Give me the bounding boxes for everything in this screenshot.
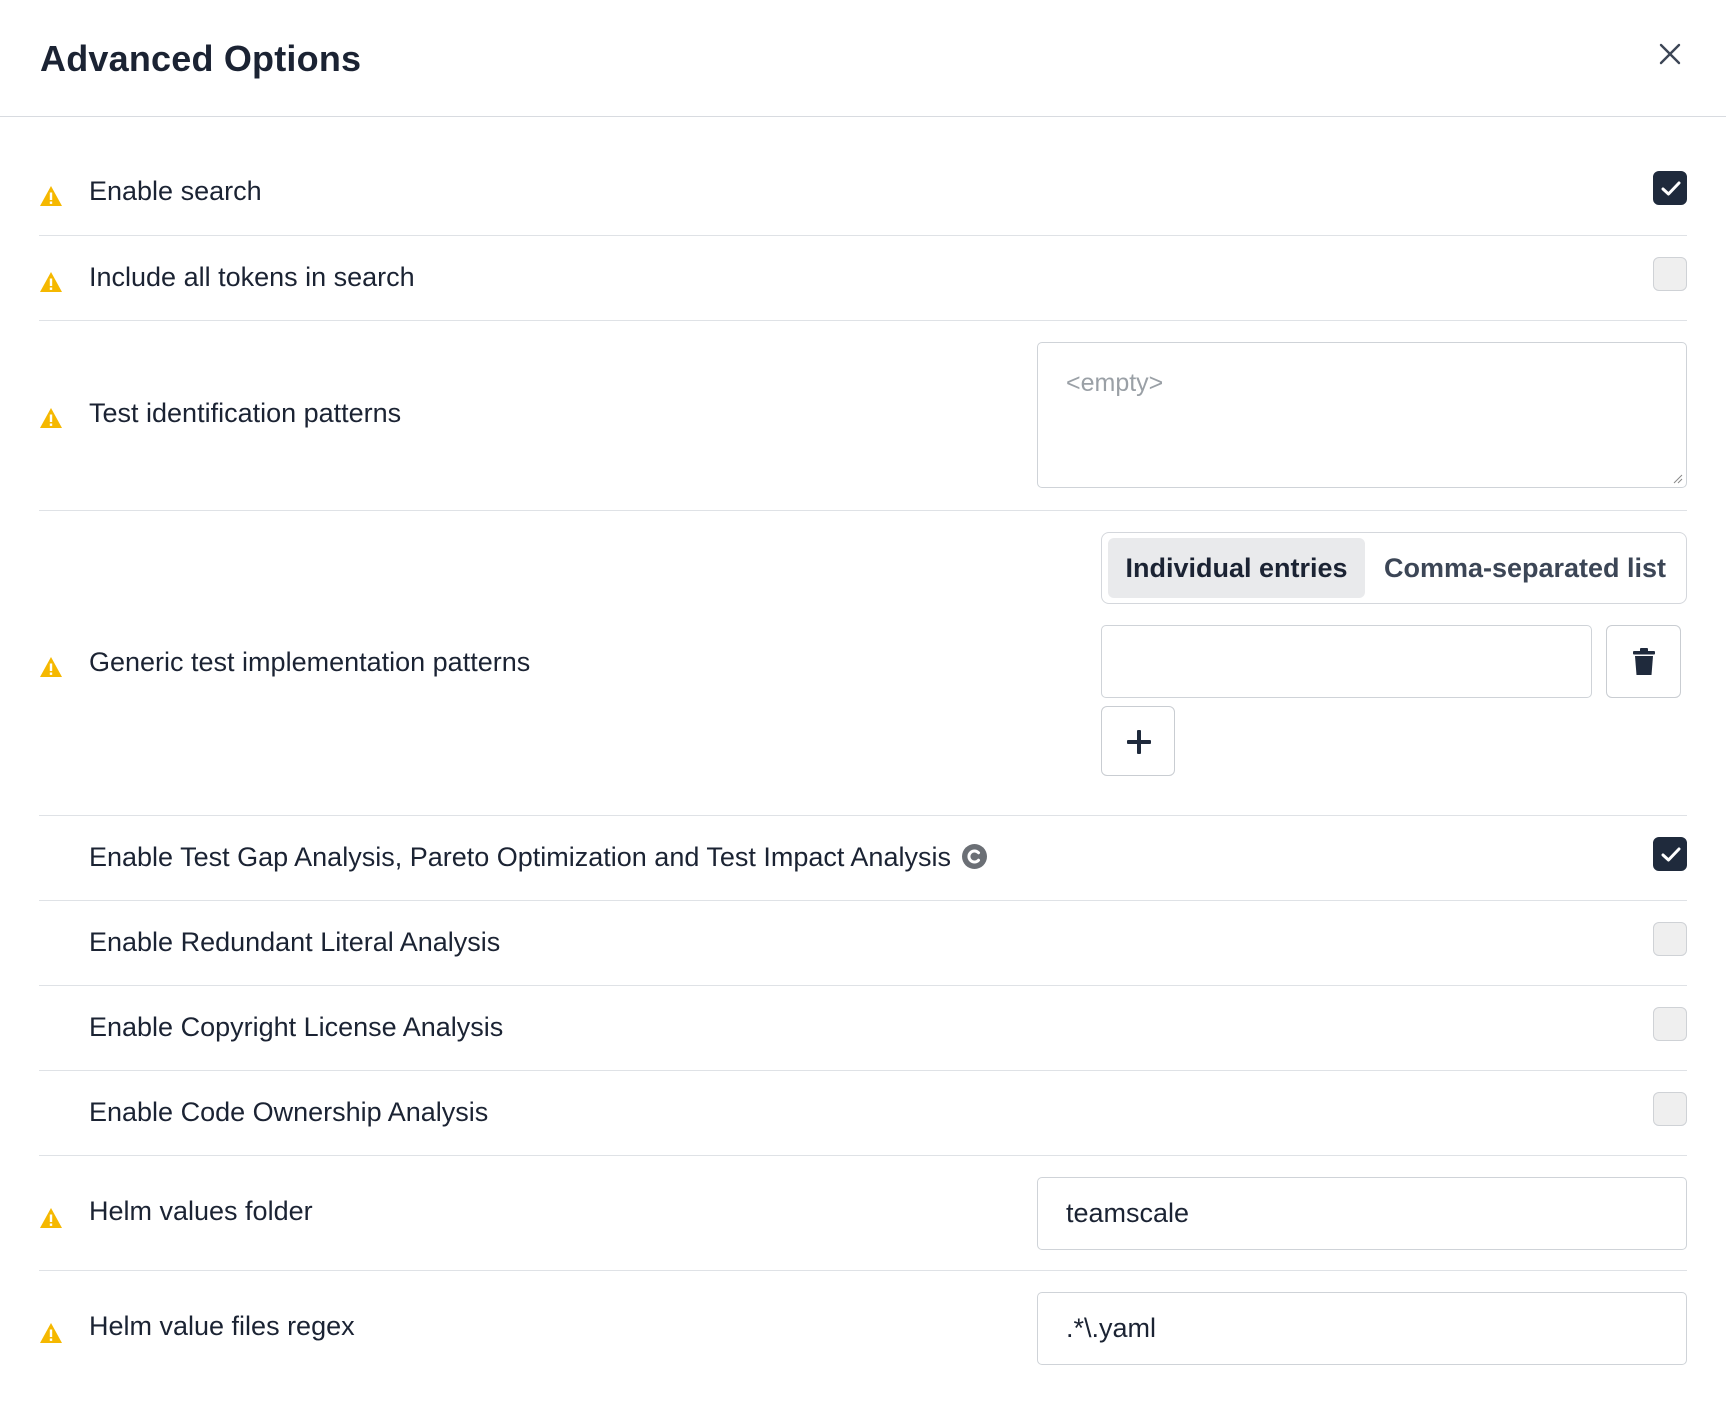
option-row-redundant-literal: Enable Redundant Literal Analysis — [39, 901, 1687, 986]
code-ownership-label: Enable Code Ownership Analysis — [89, 1097, 489, 1127]
option-row-code-ownership: Enable Code Ownership Analysis — [39, 1071, 1687, 1156]
test-identification-patterns-textarea[interactable]: <empty> — [1037, 342, 1687, 488]
resize-grip-icon[interactable] — [1673, 474, 1683, 484]
redundant-literal-label: Enable Redundant Literal Analysis — [89, 927, 501, 957]
copyright-license-checkbox[interactable] — [1653, 1007, 1687, 1041]
option-row-test-gap-analysis: Enable Test Gap Analysis, Pareto Optimiz… — [39, 816, 1687, 901]
helm-value-files-regex-input[interactable]: .*\.yaml — [1037, 1292, 1687, 1365]
textarea-placeholder: <empty> — [1066, 369, 1164, 397]
test-gap-analysis-label: Enable Test Gap Analysis, Pareto Optimiz… — [89, 842, 951, 873]
test-gap-analysis-text: Enable Test Gap Analysis, Pareto Optimiz… — [89, 842, 951, 872]
plus-icon — [1127, 730, 1151, 754]
helm-values-folder-input[interactable]: teamscale — [1037, 1177, 1687, 1250]
c-badge-icon — [962, 844, 987, 869]
code-ownership-checkbox[interactable] — [1653, 1092, 1687, 1126]
option-row-generic-test-patterns: Generic test implementation patterns Ind… — [39, 511, 1687, 816]
helm-values-folder-label: Helm values folder — [89, 1196, 313, 1226]
option-row-enable-search: Enable search — [39, 117, 1687, 236]
close-icon — [1659, 43, 1681, 65]
warning-icon — [40, 1208, 62, 1228]
trash-icon — [1633, 648, 1655, 675]
advanced-options-dialog: Advanced Options Enable search Include a… — [0, 0, 1726, 1419]
checkmark-icon — [1661, 181, 1681, 196]
option-row-helm-values-folder: Helm values folder teamscale — [39, 1156, 1687, 1271]
test-gap-analysis-checkbox[interactable] — [1653, 837, 1687, 871]
option-row-helm-value-files-regex: Helm value files regex .*\.yaml — [39, 1271, 1687, 1386]
delete-entry-button[interactable] — [1606, 625, 1681, 698]
copyright-license-label: Enable Copyright License Analysis — [89, 1012, 504, 1042]
test-identification-patterns-label: Test identification patterns — [89, 398, 402, 428]
option-row-test-identification-patterns: Test identification patterns <empty> — [39, 321, 1687, 511]
warning-icon — [40, 1323, 62, 1343]
comma-separated-list-option[interactable]: Comma-separated list — [1370, 538, 1680, 598]
dialog-header: Advanced Options — [0, 0, 1726, 117]
entry-mode-toggle: Individual entries Comma-separated list — [1101, 532, 1687, 604]
include-all-tokens-label: Include all tokens in search — [89, 262, 415, 292]
enable-search-checkbox[interactable] — [1653, 171, 1687, 205]
warning-icon — [40, 186, 62, 206]
include-all-tokens-checkbox[interactable] — [1653, 257, 1687, 291]
individual-entries-option[interactable]: Individual entries — [1108, 538, 1365, 598]
option-row-copyright-license: Enable Copyright License Analysis — [39, 986, 1687, 1071]
generic-test-patterns-label: Generic test implementation patterns — [89, 647, 531, 677]
redundant-literal-checkbox[interactable] — [1653, 922, 1687, 956]
options-list: Enable search Include all tokens in sear… — [39, 117, 1687, 1386]
warning-icon — [40, 657, 62, 677]
pattern-entry-input[interactable] — [1101, 625, 1592, 698]
add-entry-button[interactable] — [1101, 706, 1175, 776]
option-row-include-all-tokens: Include all tokens in search — [39, 236, 1687, 321]
warning-icon — [40, 272, 62, 292]
helm-value-files-regex-label: Helm value files regex — [89, 1311, 355, 1341]
enable-search-label: Enable search — [89, 176, 262, 206]
dialog-title: Advanced Options — [40, 38, 362, 79]
warning-icon — [40, 408, 62, 428]
checkmark-icon — [1661, 847, 1681, 862]
close-button[interactable] — [1654, 38, 1686, 70]
